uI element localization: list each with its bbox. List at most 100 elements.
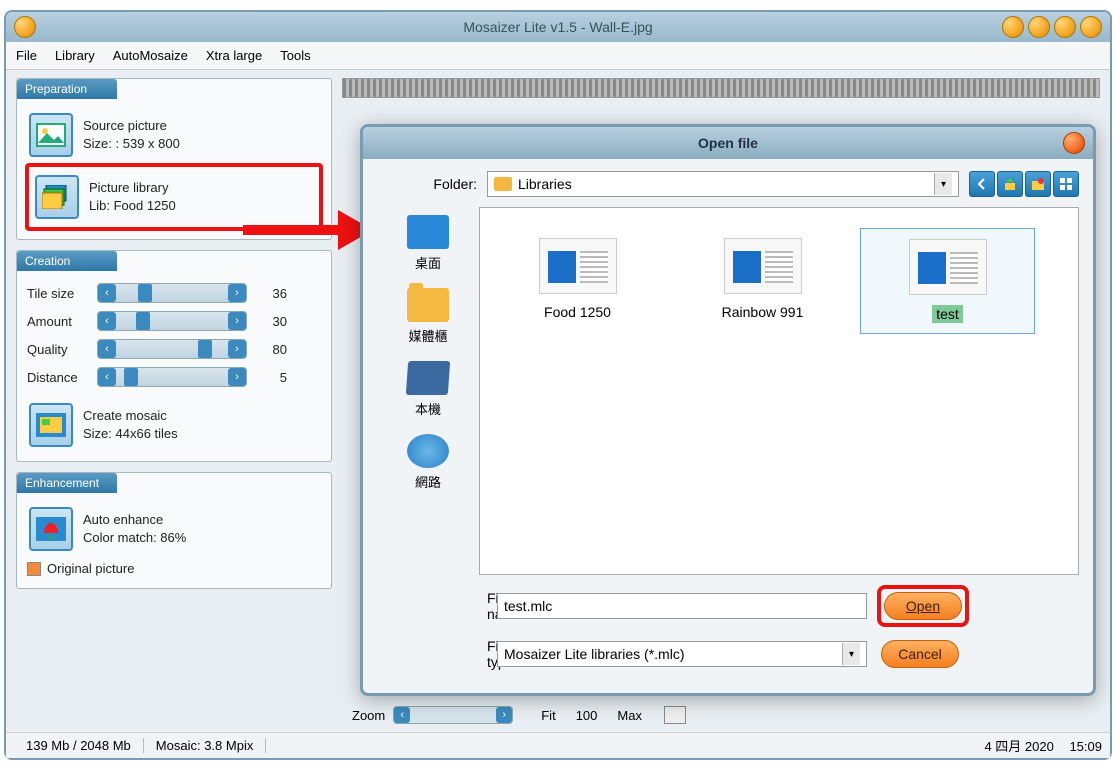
create-mosaic-icon — [29, 403, 73, 447]
sidebar: Preparation Source picture Size: : 539 x… — [6, 70, 342, 732]
file-label-test: test — [932, 305, 963, 323]
distance-label: Distance — [27, 370, 97, 385]
dialog-title: Open file — [698, 135, 758, 151]
file-list[interactable]: Food 1250 Rainbow 991 test — [479, 207, 1079, 575]
dialog-titlebar: Open file — [363, 127, 1093, 159]
status-mosaic: Mosaic: 3.8 Mpix — [144, 738, 267, 753]
source-picture-row[interactable]: Source picture Size: : 539 x 800 — [25, 107, 323, 163]
source-picture-label: Source picture — [83, 117, 180, 135]
minimize-button[interactable] — [1002, 16, 1024, 38]
place-computer[interactable]: 本機 — [407, 361, 449, 418]
amount-increase[interactable]: › — [228, 312, 246, 330]
menubar: File Library AutoMosaize Xtra large Tool… — [6, 42, 1110, 70]
picture-library-icon — [35, 175, 79, 219]
place-media-label: 媒體櫃 — [408, 326, 447, 345]
menu-tools[interactable]: Tools — [280, 48, 310, 63]
computer-icon — [406, 361, 450, 395]
tile-size-decrease[interactable]: ‹ — [98, 284, 116, 302]
menu-automosaize[interactable]: AutoMosaize — [113, 48, 188, 63]
place-desktop[interactable]: 桌面 — [407, 215, 449, 272]
quality-increase[interactable]: › — [228, 340, 246, 358]
media-icon — [407, 288, 449, 322]
nav-view-button[interactable] — [1053, 171, 1079, 197]
open-file-dialog: Open file Folder: Libraries ▾ — [360, 124, 1096, 696]
canvas-preview-strip — [342, 78, 1100, 98]
distance-slider[interactable]: ‹ › — [97, 367, 247, 387]
amount-slider[interactable]: ‹ › — [97, 311, 247, 331]
places-bar: 桌面 媒體櫃 本機 網路 — [377, 207, 479, 575]
place-computer-label: 本機 — [415, 399, 441, 418]
menu-library[interactable]: Library — [55, 48, 95, 63]
open-button-highlight: Open — [877, 585, 969, 627]
nav-up-button[interactable] — [997, 171, 1023, 197]
status-date: 4 四月 2020 — [984, 739, 1053, 754]
zoom-max[interactable]: Max — [617, 708, 642, 723]
tile-size-label: Tile size — [27, 286, 97, 301]
zoom-fit[interactable]: Fit — [541, 708, 555, 723]
folder-value: Libraries — [518, 176, 572, 192]
original-picture-checkbox[interactable] — [27, 562, 41, 576]
preparation-header: Preparation — [17, 79, 117, 99]
create-mosaic-size: Size: 44x66 tiles — [83, 425, 178, 443]
filetype-combo[interactable]: Mosaizer Lite libraries (*.mlc) ▾ — [497, 641, 867, 667]
create-mosaic-label: Create mosaic — [83, 407, 178, 425]
original-picture-checkbox-row[interactable]: Original picture — [25, 557, 323, 580]
folder-combo[interactable]: Libraries ▾ — [487, 171, 959, 197]
place-network[interactable]: 網路 — [407, 434, 449, 491]
zoom-preview-icon[interactable] — [664, 706, 686, 724]
quality-slider[interactable]: ‹ › — [97, 339, 247, 359]
filename-input[interactable]: test.mlc — [497, 593, 867, 619]
auto-enhance-row[interactable]: Auto enhance Color match: 86% — [25, 501, 323, 557]
file-thumb-icon — [539, 238, 617, 294]
folder-icon — [494, 177, 512, 191]
original-picture-label: Original picture — [47, 561, 134, 576]
close-button[interactable] — [1080, 16, 1102, 38]
file-item-rainbow[interactable]: Rainbow 991 — [675, 228, 850, 330]
zoom-decrease[interactable]: ‹ — [394, 707, 410, 723]
menu-file[interactable]: File — [16, 48, 37, 63]
titlebar-button-left[interactable] — [14, 16, 36, 38]
quality-decrease[interactable]: ‹ — [98, 340, 116, 358]
zoom-100[interactable]: 100 — [576, 708, 598, 723]
file-label-rainbow: Rainbow 991 — [722, 304, 804, 320]
file-label-food: Food 1250 — [544, 304, 611, 320]
enhancement-panel: Enhancement Auto enhance Color match: 86… — [16, 472, 332, 589]
file-item-food[interactable]: Food 1250 — [490, 228, 665, 330]
amount-value: 30 — [257, 314, 287, 329]
picture-library-row[interactable]: Picture library Lib: Food 1250 — [31, 169, 317, 225]
nav-newfolder-button[interactable] — [1025, 171, 1051, 197]
file-thumb-icon — [909, 239, 987, 295]
picture-library-name: Lib: Food 1250 — [89, 197, 176, 215]
zoom-bar: Zoom ‹ › Fit 100 Max — [352, 702, 686, 728]
zoom-increase[interactable]: › — [496, 707, 512, 723]
restore-button[interactable] — [1054, 16, 1076, 38]
amount-label: Amount — [27, 314, 97, 329]
enhancement-header: Enhancement — [17, 473, 117, 493]
place-media[interactable]: 媒體櫃 — [407, 288, 449, 345]
tile-size-slider[interactable]: ‹ › — [97, 283, 247, 303]
desktop-icon — [407, 215, 449, 249]
file-item-test[interactable]: test — [860, 228, 1035, 334]
folder-combo-arrow-icon[interactable]: ▾ — [934, 173, 952, 195]
amount-decrease[interactable]: ‹ — [98, 312, 116, 330]
nav-back-button[interactable] — [969, 171, 995, 197]
zoom-label: Zoom — [352, 708, 385, 723]
cancel-button[interactable]: Cancel — [881, 640, 959, 668]
maximize-button[interactable] — [1028, 16, 1050, 38]
status-memory: 139 Mb / 2048 Mb — [14, 738, 144, 753]
distance-increase[interactable]: › — [228, 368, 246, 386]
open-button[interactable]: Open — [884, 592, 962, 620]
status-time: 15:09 — [1069, 739, 1102, 754]
creation-panel: Creation Tile size ‹ › 36 Amount — [16, 250, 332, 462]
distance-decrease[interactable]: ‹ — [98, 368, 116, 386]
quality-label: Quality — [27, 342, 97, 357]
tile-size-increase[interactable]: › — [228, 284, 246, 302]
file-thumb-icon — [724, 238, 802, 294]
menu-xtralarge[interactable]: Xtra large — [206, 48, 262, 63]
zoom-slider[interactable]: ‹ › — [393, 706, 513, 724]
dialog-close-button[interactable] — [1063, 132, 1085, 154]
quality-value: 80 — [257, 342, 287, 357]
create-mosaic-row[interactable]: Create mosaic Size: 44x66 tiles — [25, 397, 323, 453]
filetype-combo-arrow-icon[interactable]: ▾ — [842, 643, 860, 665]
window-title: Mosaizer Lite v1.5 - Wall-E.jpg — [463, 19, 652, 35]
